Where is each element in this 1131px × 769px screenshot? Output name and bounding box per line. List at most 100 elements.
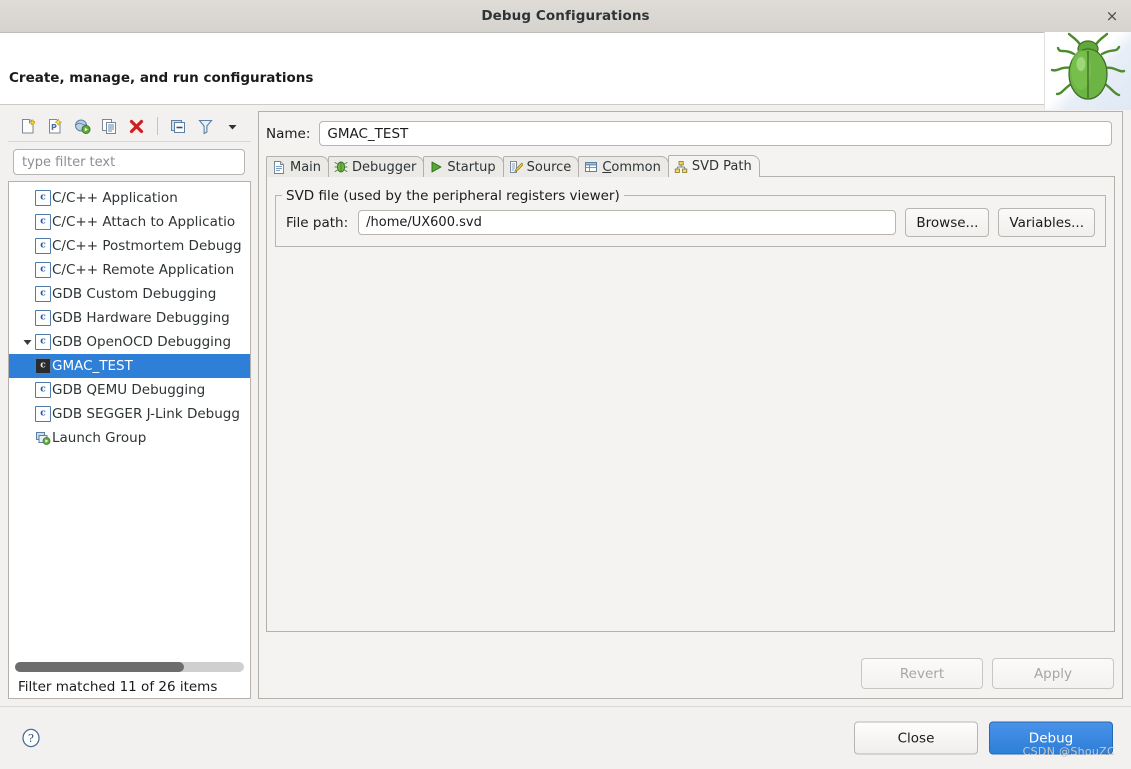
tree-item-label: C/C++ Application xyxy=(52,190,178,206)
tab-source[interactable]: Source xyxy=(502,156,580,177)
tab-label: Main xyxy=(290,159,322,175)
c-config-icon xyxy=(35,238,51,254)
tab-label: Startup xyxy=(447,159,496,175)
tab-svd-path[interactable]: SVD Path xyxy=(667,155,760,177)
tree-item-label: GDB Hardware Debugging xyxy=(52,310,230,326)
tree-item-label: GDB OpenOCD Debugging xyxy=(52,334,232,350)
tree-item-launch-group[interactable]: Launch Group xyxy=(9,426,250,450)
browse-button[interactable]: Browse... xyxy=(905,208,990,237)
filter-status-text: Filter matched 11 of 26 items xyxy=(18,679,218,695)
toolbar-separator xyxy=(157,117,158,135)
svg-text:P: P xyxy=(51,123,57,132)
name-input[interactable] xyxy=(319,121,1112,146)
window-title: Debug Configurations xyxy=(481,8,650,24)
export-icon[interactable] xyxy=(70,114,95,138)
tree-item-gdb-segger-jlink-debugging[interactable]: GDB SEGGER J-Link Debugg xyxy=(9,402,250,426)
file-path-label: File path: xyxy=(286,214,349,231)
tree-horizontal-scrollbar[interactable] xyxy=(15,662,244,672)
page-title: Create, manage, and run configurations xyxy=(9,70,314,86)
c-config-icon-dark xyxy=(35,358,51,374)
tree-item-gdb-hardware-debugging[interactable]: GDB Hardware Debugging xyxy=(9,306,250,330)
tree-item-label: C/C++ Postmortem Debugg xyxy=(52,238,242,254)
c-config-icon xyxy=(35,262,51,278)
help-question-icon[interactable]: ? xyxy=(21,728,41,748)
c-config-icon xyxy=(35,310,51,326)
svd-hierarchy-icon xyxy=(674,160,688,174)
c-config-icon xyxy=(35,286,51,302)
c-config-icon xyxy=(35,334,51,350)
tree-item-c-cpp-application[interactable]: C/C++ Application xyxy=(9,186,250,210)
tree-item-c-cpp-attach-to-application[interactable]: C/C++ Attach to Applicatio xyxy=(9,210,250,234)
svd-file-group: SVD file (used by the peripheral registe… xyxy=(275,188,1106,247)
launch-group-icon xyxy=(35,430,51,446)
name-row: Name: xyxy=(259,112,1122,146)
c-config-icon xyxy=(35,214,51,230)
configuration-tabs: Main Debugger Startup Source Common SVD … xyxy=(266,155,1115,177)
svg-text:?: ? xyxy=(28,732,34,745)
collapse-all-icon[interactable] xyxy=(166,114,191,138)
tab-debugger[interactable]: Debugger xyxy=(328,156,425,177)
green-bug-icon xyxy=(1044,32,1131,110)
tab-label: SVD Path xyxy=(691,159,752,174)
dialog-footer: ? Close Debug xyxy=(0,706,1131,769)
tab-main[interactable]: Main xyxy=(266,156,330,177)
delete-icon[interactable] xyxy=(124,114,149,138)
tree-item-gdb-custom-debugging[interactable]: GDB Custom Debugging xyxy=(9,282,250,306)
tab-startup[interactable]: Startup xyxy=(423,156,504,177)
tree-toolbar: P xyxy=(8,111,251,142)
file-path-row: File path: Browse... Variables... xyxy=(286,208,1095,237)
dialog-header: Create, manage, and run configurations xyxy=(0,32,1131,110)
duplicate-icon[interactable] xyxy=(97,114,122,138)
footer-buttons: Close Debug xyxy=(854,721,1113,755)
view-menu-icon[interactable] xyxy=(220,114,245,138)
tab-common[interactable]: Common xyxy=(578,156,669,177)
tab-label-rest: ommon xyxy=(611,159,661,175)
tree-item-c-cpp-remote-application[interactable]: C/C++ Remote Application xyxy=(9,258,250,282)
tab-label: Source xyxy=(526,159,572,175)
tree-item-label: C/C++ Attach to Applicatio xyxy=(52,214,236,230)
tree-item-label: GMAC_TEST xyxy=(52,358,133,374)
apply-button[interactable]: Apply xyxy=(992,658,1114,689)
tree-item-gdb-qemu-debugging[interactable]: GDB QEMU Debugging xyxy=(9,378,250,402)
tree-item-gdb-openocd-debugging[interactable]: GDB OpenOCD Debugging xyxy=(9,330,250,354)
c-config-icon xyxy=(35,190,51,206)
new-launch-configuration-icon[interactable] xyxy=(16,114,41,138)
tree-item-label: GDB QEMU Debugging xyxy=(52,382,206,398)
source-pencil-icon xyxy=(509,160,524,174)
dialog-body: P type filter text c C/C++ Application c… xyxy=(0,106,1131,706)
scrollbar-thumb[interactable] xyxy=(15,662,185,672)
tab-label: Debugger xyxy=(352,159,417,175)
tree-item-label: C/C++ Remote Application xyxy=(52,262,235,278)
svd-path-tab-content: SVD file (used by the peripheral registe… xyxy=(266,177,1115,632)
close-button[interactable]: Close xyxy=(854,721,978,755)
configurations-panel: P type filter text c C/C++ Application c… xyxy=(8,111,251,699)
revert-apply-row: Revert Apply xyxy=(861,658,1114,689)
document-icon xyxy=(272,160,286,174)
tree-item-label: Launch Group xyxy=(52,430,147,446)
filter-icon[interactable] xyxy=(193,114,218,138)
window-titlebar: Debug Configurations × xyxy=(0,0,1131,33)
configurations-tree[interactable]: C/C++ Application C/C++ Attach to Applic… xyxy=(8,181,251,699)
file-path-input[interactable] xyxy=(358,210,897,235)
filter-input[interactable] xyxy=(13,149,245,175)
svd-group-title: SVD file (used by the peripheral registe… xyxy=(282,188,624,204)
c-config-icon xyxy=(35,382,51,398)
tab-label: Common xyxy=(602,160,661,175)
debug-button[interactable]: Debug xyxy=(989,721,1113,755)
configuration-editor-panel: Name: Main xyxy=(258,111,1123,699)
c-config-icon xyxy=(35,406,51,422)
common-table-icon xyxy=(584,160,598,174)
close-icon[interactable]: × xyxy=(1101,5,1123,27)
tree-item-label: GDB Custom Debugging xyxy=(52,286,217,302)
tree-item-c-cpp-postmortem-debugger[interactable]: C/C++ Postmortem Debugg xyxy=(9,234,250,258)
new-prototype-icon[interactable]: P xyxy=(43,114,68,138)
debugger-bug-icon xyxy=(334,160,348,174)
tree-item-label: GDB SEGGER J-Link Debugg xyxy=(52,406,240,422)
revert-button[interactable]: Revert xyxy=(861,658,983,689)
tree-items-container: C/C++ Application C/C++ Attach to Applic… xyxy=(9,186,250,654)
run-play-icon xyxy=(429,160,443,174)
expander-expanded-icon[interactable] xyxy=(19,334,35,350)
variables-button[interactable]: Variables... xyxy=(998,208,1095,237)
tree-item-gmac-test[interactable]: GMAC_TEST xyxy=(9,354,250,378)
name-label: Name: xyxy=(266,125,311,142)
